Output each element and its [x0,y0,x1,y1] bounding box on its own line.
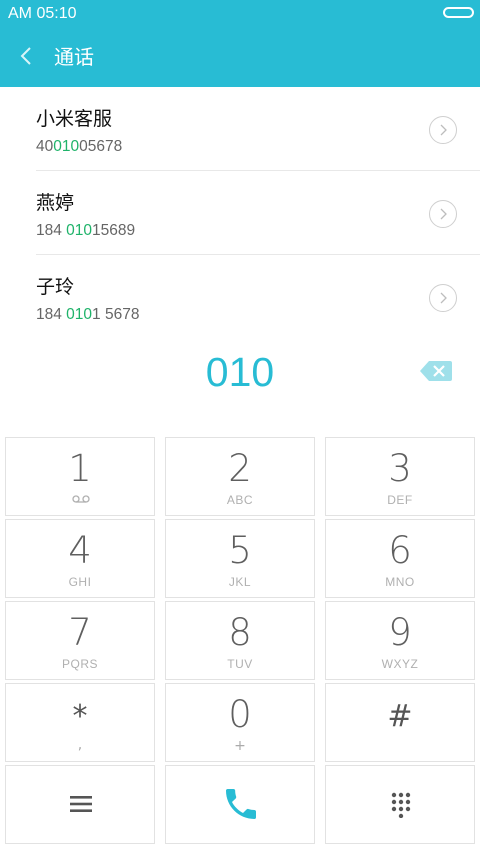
voicemail-icon [72,495,90,503]
contact-number: 4001005678 [36,138,123,155]
menu-button[interactable] [5,765,155,844]
call-button[interactable] [165,765,315,844]
key-letters: JKL [228,575,252,589]
contact-number: 184 01015689 [36,222,136,239]
contact-name: 子玲 [36,276,75,298]
status-time: AM 05:10 [8,5,77,22]
chevron-left-icon[interactable] [18,45,40,67]
phone-icon [226,789,256,819]
keypad-toggle-button[interactable] [325,765,475,844]
key-digit: 7 [68,611,92,654]
contact-number: 184 0101 5678 [36,306,140,323]
page-title: 通话 [54,45,94,69]
key-digit: 0 [228,693,252,736]
key-digit: 1 [68,447,92,490]
key-star[interactable]: * , [5,683,155,762]
list-item[interactable]: 子玲 184 0101 5678 [0,255,480,339]
key-2[interactable]: 2 ABC [165,437,315,516]
key-7[interactable]: 7 PQRS [5,601,155,680]
dialpad-icon [391,792,411,818]
key-letters: WXYZ [381,657,419,671]
key-0[interactable]: 0 + [165,683,315,762]
key-letters: , [77,737,83,753]
key-digit: 3 [388,447,412,490]
key-letters: TUV [227,657,253,671]
key-3[interactable]: 3 DEF [325,437,475,516]
list-item[interactable]: 燕婷 184 01015689 [0,171,480,255]
key-digit: 5 [228,529,252,572]
key-digit: 6 [388,529,412,572]
key-letters: GHI [68,575,92,589]
app-header: AM 05:10 通话 [0,0,480,87]
key-digit: # [387,699,413,734]
key-letters: DEF [387,493,413,507]
contact-name: 小米客服 [36,108,113,130]
key-letters: MNO [385,575,415,589]
menu-icon [70,796,92,812]
key-digit: 4 [68,529,92,572]
key-6[interactable]: 6 MNO [325,519,475,598]
key-digit: 9 [388,611,412,654]
key-8[interactable]: 8 TUV [165,601,315,680]
key-letters: ABC [226,493,254,507]
key-digit: 8 [228,611,252,654]
key-4[interactable]: 4 GHI [5,519,155,598]
chevron-right-icon[interactable] [429,200,457,228]
key-letters: PQRS [61,657,98,671]
battery-icon [443,7,474,18]
backspace-icon[interactable] [419,360,453,382]
key-9[interactable]: 9 WXYZ [325,601,475,680]
key-digit: * [72,699,88,734]
dialed-number: 010 [205,349,275,395]
chevron-right-icon[interactable] [429,284,457,312]
key-5[interactable]: 5 JKL [165,519,315,598]
chevron-right-icon[interactable] [429,116,457,144]
key-digit: 2 [228,447,252,490]
key-hash[interactable]: # [325,683,475,762]
list-item[interactable]: 小米客服 4001005678 [0,87,480,171]
key-1[interactable]: 1 [5,437,155,516]
key-letters: + [234,738,246,754]
contact-name: 燕婷 [36,192,75,214]
